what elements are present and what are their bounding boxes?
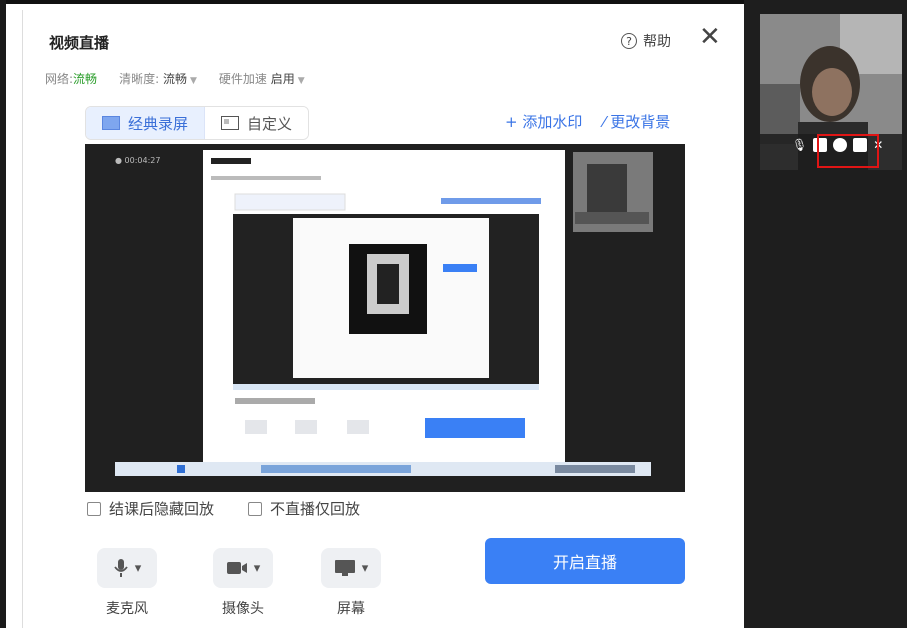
camera-button[interactable]: ▾ [213,548,273,588]
screen-record-icon [102,116,120,130]
change-background-link[interactable]: ⁄ 更改背景 [603,111,670,132]
microphone-icon [114,559,128,577]
tab-label: 经典录屏 [128,114,189,133]
microphone-label: 麦克风 [106,601,148,617]
chevron-down-icon: ▼ [297,76,305,86]
help-button[interactable]: ? 帮助 [621,31,671,51]
screen-device: ▾ 屏幕 [309,548,393,618]
mode-tabs: 经典录屏 自定义 [85,106,310,140]
network-status: 网络:流畅 [45,72,98,86]
nested-preview-image [115,150,653,476]
left-edge [0,0,6,628]
tab-label: 自定义 [247,114,293,133]
tab-custom[interactable]: 自定义 [205,107,309,139]
help-label: 帮助 [643,34,671,50]
chevron-down-icon: ▼ [189,76,197,86]
tab-classic-record[interactable]: 经典录屏 [86,107,206,139]
close-icon[interactable]: ✕ [699,24,721,50]
camera-device: ▾ 摄像头 [201,548,285,618]
chevron-down-icon: ▾ [253,560,261,576]
checkbox-box[interactable] [248,501,263,516]
help-icon: ? [621,33,637,49]
screen-button[interactable]: ▾ [321,548,381,588]
highlight-box [817,134,879,168]
chevron-down-icon: ▾ [134,560,142,576]
hw-accel-select[interactable]: 硬件加速 启用 ▼ [219,70,305,87]
microphone-device: ▾ 麦克风 [85,548,169,618]
replay-only-checkbox[interactable]: 不直播仅回放 [248,498,360,519]
microphone-icon[interactable]: 🎙 [792,138,807,152]
hide-replay-checkbox[interactable]: 结课后隐藏回放 [87,498,214,519]
checkbox-box[interactable] [87,501,101,516]
microphone-button[interactable]: ▾ [97,548,157,588]
screen-label: 屏幕 [337,601,365,617]
custom-layout-icon [221,116,240,130]
start-live-button[interactable]: 开启直播 [485,538,685,584]
dialog-title: 视频直播 [49,34,110,52]
clarity-select[interactable]: 清晰度: 流畅 ▼ [119,70,197,87]
add-watermark-link[interactable]: + 添加水印 [505,111,582,132]
replay-options: 结课后隐藏回放 不直播仅回放 [87,498,360,519]
screen-preview: ● 00:04:27 [85,144,685,492]
status-bar: 网络:流畅 清晰度: 流畅 ▼ 硬件加速 启用 ▼ [45,70,305,87]
camera-icon [226,562,247,574]
live-dialog: 视频直播 ? 帮助 ✕ 网络:流畅 清晰度: 流畅 ▼ 硬件加速 启用 ▼ 经典录屏… [22,10,743,628]
chevron-down-icon: ▾ [361,560,369,576]
camera-label: 摄像头 [222,601,264,617]
screen-icon [334,560,355,576]
